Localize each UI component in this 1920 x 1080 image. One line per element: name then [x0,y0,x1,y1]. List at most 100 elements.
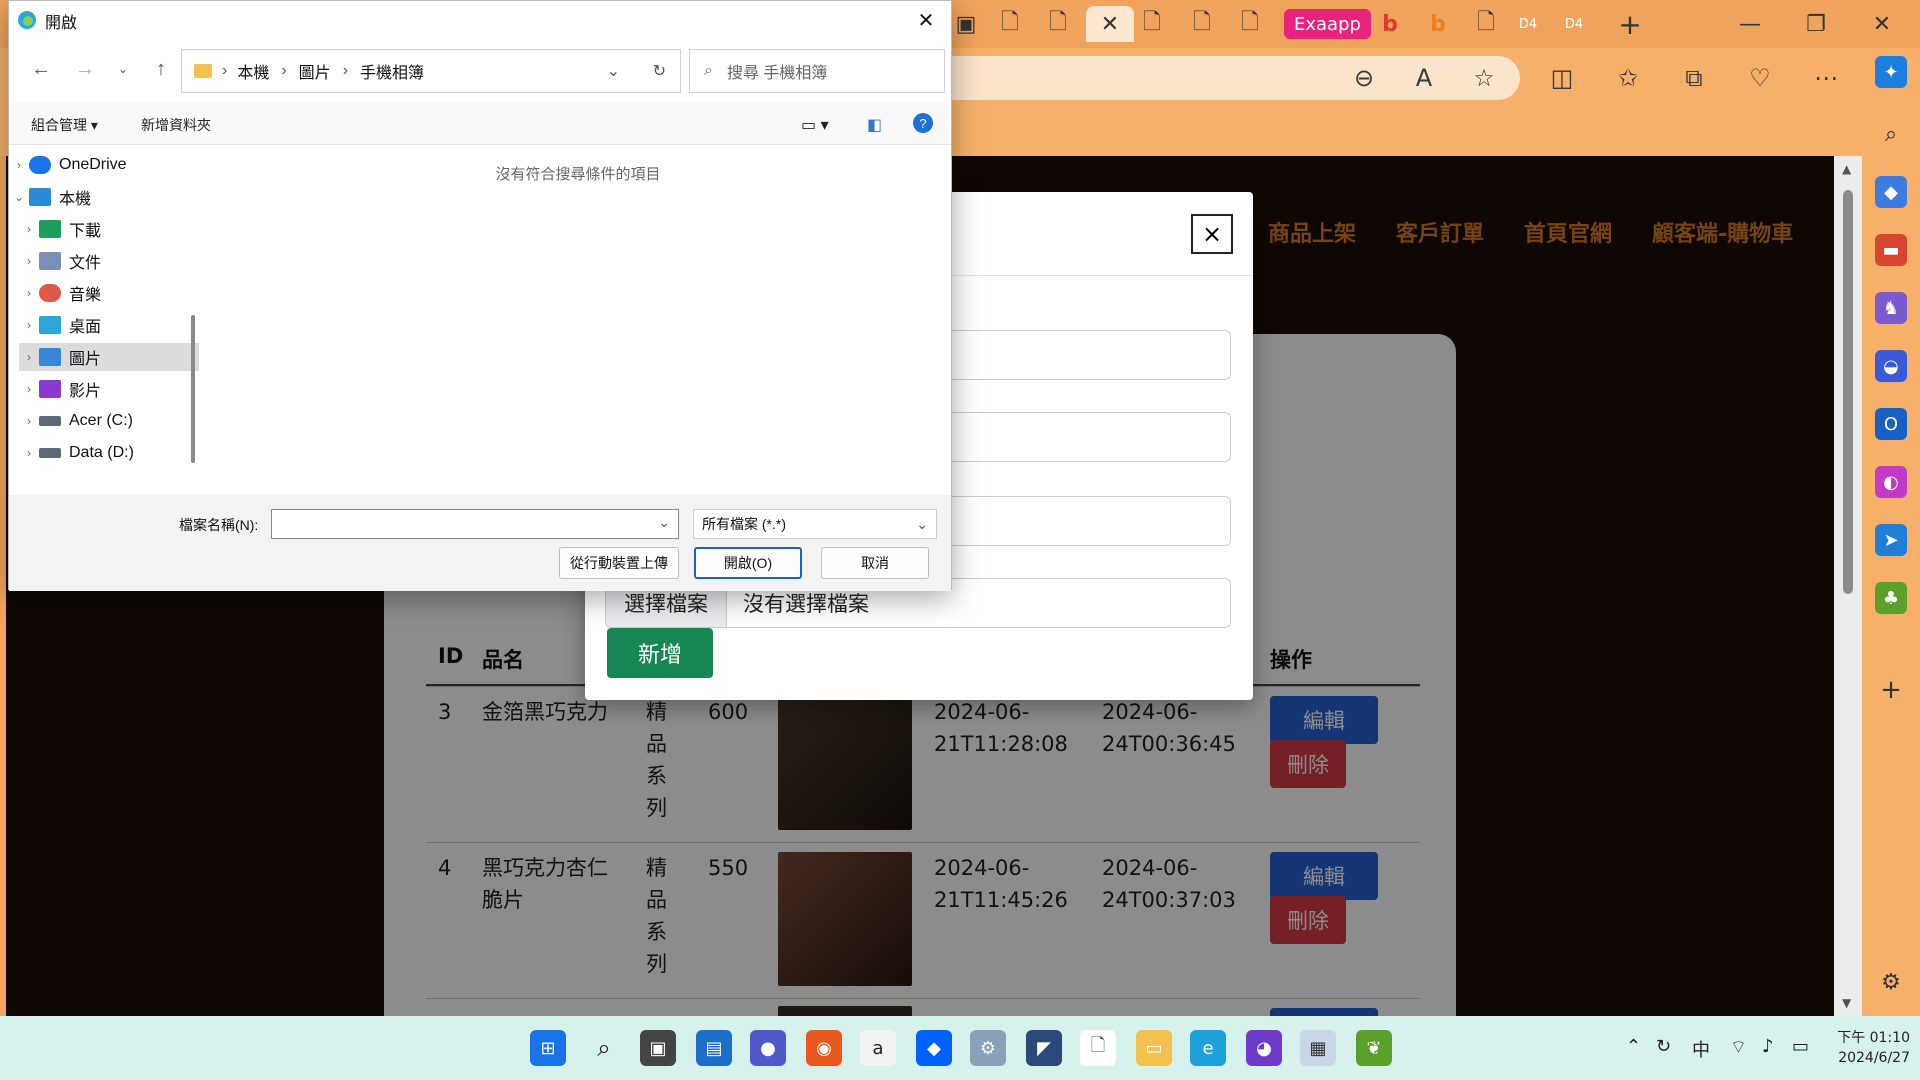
notepad-icon[interactable]: 🗋 [1080,1030,1116,1066]
games-icon[interactable]: ♞ [1875,292,1907,324]
chevron-right-icon[interactable]: › [19,286,39,300]
breadcrumb-item[interactable]: 圖片 [299,59,331,83]
volume-icon[interactable]: ♪ [1762,1036,1774,1057]
path-dropdown-chevron-icon[interactable]: ⌄ [607,61,620,81]
split-screen-icon[interactable]: ◫ [1542,60,1582,96]
preview-pane-icon[interactable]: ◧ [867,115,882,135]
tab-bing-icon[interactable]: b [1420,6,1456,42]
breadcrumb-item[interactable]: 手機相簿 [360,59,424,83]
up-arrow-icon[interactable]: ↑ [147,55,175,83]
scroll-thumb[interactable] [1843,190,1853,594]
tab-icon-plus-doc[interactable]: ▣ [948,6,984,42]
image-viewer-icon[interactable]: ▦ [1300,1030,1336,1066]
tree-app-icon[interactable]: ♣ [1875,582,1907,614]
chevron-right-icon[interactable]: › [19,254,39,268]
page-scrollbar[interactable]: ▲ ▼ [1834,156,1862,1016]
tab-exaapp[interactable]: Exaapp [1284,9,1371,39]
tab-d4[interactable]: D4 [1510,6,1546,42]
task-view-icon[interactable]: ▣ [640,1030,676,1066]
chevron-right-icon[interactable]: › [19,446,39,460]
tree-item-downloads[interactable]: › 下載 [19,215,199,243]
refresh-icon[interactable]: ↻ [653,61,666,81]
firefox-icon[interactable]: ◉ [806,1030,842,1066]
microsoft365-icon[interactable]: ◒ [1875,350,1907,382]
outlook-icon[interactable]: O [1875,408,1907,440]
dialog-close-button[interactable]: ✕ [909,5,943,35]
scroll-down-icon[interactable]: ▼ [1842,996,1851,1010]
recent-locations-chevron-icon[interactable]: ⌄ [109,55,137,83]
modal-close-button[interactable]: × [1191,214,1233,254]
window-close-button[interactable]: ✕ [1852,8,1912,40]
shopping-tag-icon[interactable]: ◆ [1875,176,1907,208]
ime-indicator[interactable]: 中 [1692,1036,1710,1062]
tree-item-documents[interactable]: › 文件 [19,247,199,275]
search-icon[interactable]: ⌕ [1875,118,1907,150]
collections-icon[interactable]: ⧉ [1674,60,1714,96]
leaf-app-icon[interactable]: ❦ [1356,1030,1392,1066]
tree-item-this-pc[interactable]: ⌄ 本機 [9,183,189,211]
start-button-icon[interactable]: ⊞ [530,1030,566,1066]
search-input[interactable]: ⌕ 搜尋 手機相簿 [689,49,945,93]
tab-page-icon[interactable]: 🗋 [1184,6,1220,42]
chevron-down-icon[interactable]: ⌄ [9,190,29,204]
tab-d4[interactable]: D4 [1556,6,1592,42]
browser-essentials-icon[interactable]: ♡ [1740,60,1780,96]
read-aloud-icon[interactable]: A [1404,60,1444,96]
chevron-right-icon[interactable]: › [19,414,39,428]
send-icon[interactable]: ➤ [1875,524,1907,556]
add-button[interactable]: 新增 [607,628,713,678]
visual-studio-icon[interactable]: ◤ [1026,1030,1062,1066]
back-arrow-icon[interactable]: ← [27,55,55,83]
tab-page-icon[interactable]: 🗋 [1232,6,1268,42]
favorite-star-icon[interactable]: ☆ [1464,60,1504,96]
help-icon[interactable]: ? [913,113,933,133]
breadcrumb-item[interactable]: 本機 [237,59,269,83]
add-sidebar-app-icon[interactable]: + [1875,674,1907,706]
more-menu-icon[interactable]: ⋯ [1806,60,1846,96]
taskbar-clock[interactable]: 下午 01:10 2024/6/27 [1820,1028,1910,1068]
filename-dropdown-chevron-icon[interactable]: ⌄ [658,514,670,531]
search-icon[interactable]: ⌕ [586,1030,622,1066]
settings-gear-icon[interactable]: ⚙ [1875,966,1907,998]
tools-icon[interactable]: ▬ [1875,234,1907,266]
chevron-right-icon[interactable]: › [9,158,29,172]
file-explorer-icon[interactable]: ▭ [1136,1030,1172,1066]
designer-icon[interactable]: ◐ [1875,466,1907,498]
new-folder-button[interactable]: 新增資料夾 [141,115,211,135]
scroll-up-icon[interactable]: ▲ [1842,162,1851,176]
tab-active-close-icon[interactable]: ✕ [1086,6,1134,42]
chevron-right-icon[interactable]: › [19,318,39,332]
zoom-out-icon[interactable]: ⊖ [1344,60,1384,96]
filter-chevron-icon[interactable]: ⌄ [916,516,928,533]
amazon-icon[interactable]: a [860,1030,896,1066]
system-settings-icon[interactable]: ⚙ [970,1030,1006,1066]
file-type-filter[interactable]: 所有檔案 (*.*) ⌄ [693,509,937,539]
chevron-right-icon[interactable]: › [19,382,39,396]
tree-item-pictures[interactable]: › 圖片 [19,343,199,371]
window-minimize-button[interactable]: — [1720,8,1780,40]
tab-page-icon[interactable]: 🗋 [992,6,1028,42]
tree-item-onedrive[interactable]: › OneDrive [9,151,189,179]
widgets-icon[interactable]: ▤ [696,1030,732,1066]
tab-page-icon[interactable]: 🗋 [1134,6,1170,42]
view-options-icon[interactable]: ▭ ▾ [801,115,829,135]
breadcrumb[interactable]: › 本機 › 圖片 › 手機相簿 ⌄ ↻ [181,49,681,93]
github-icon[interactable]: ◕ [1246,1030,1282,1066]
tree-item-drive-d[interactable]: › Data (D:) [19,439,199,467]
tree-item-drive-c[interactable]: › Acer (C:) [19,407,199,435]
tree-item-videos[interactable]: › 影片 [19,375,199,403]
forward-arrow-icon[interactable]: → [71,55,99,83]
edge-icon[interactable]: e [1190,1030,1226,1066]
dropbox-icon[interactable]: ◆ [916,1030,952,1066]
upload-from-mobile-button[interactable]: 從行動裝置上傳 [559,547,679,579]
sync-icon[interactable]: ↻ [1656,1036,1671,1057]
wifi-icon[interactable]: ⌔ [1730,1036,1747,1059]
tree-item-music[interactable]: › 音樂 [19,279,199,307]
tab-bing-icon[interactable]: b [1372,6,1408,42]
copilot-icon[interactable]: ✦ [1875,56,1907,88]
chevron-right-icon[interactable]: › [19,222,39,236]
open-button[interactable]: 開啟(O) [694,547,802,579]
tree-item-desktop[interactable]: › 桌面 [19,311,199,339]
filename-input[interactable]: ⌄ [271,509,679,539]
battery-icon[interactable]: ▭ [1792,1036,1809,1057]
